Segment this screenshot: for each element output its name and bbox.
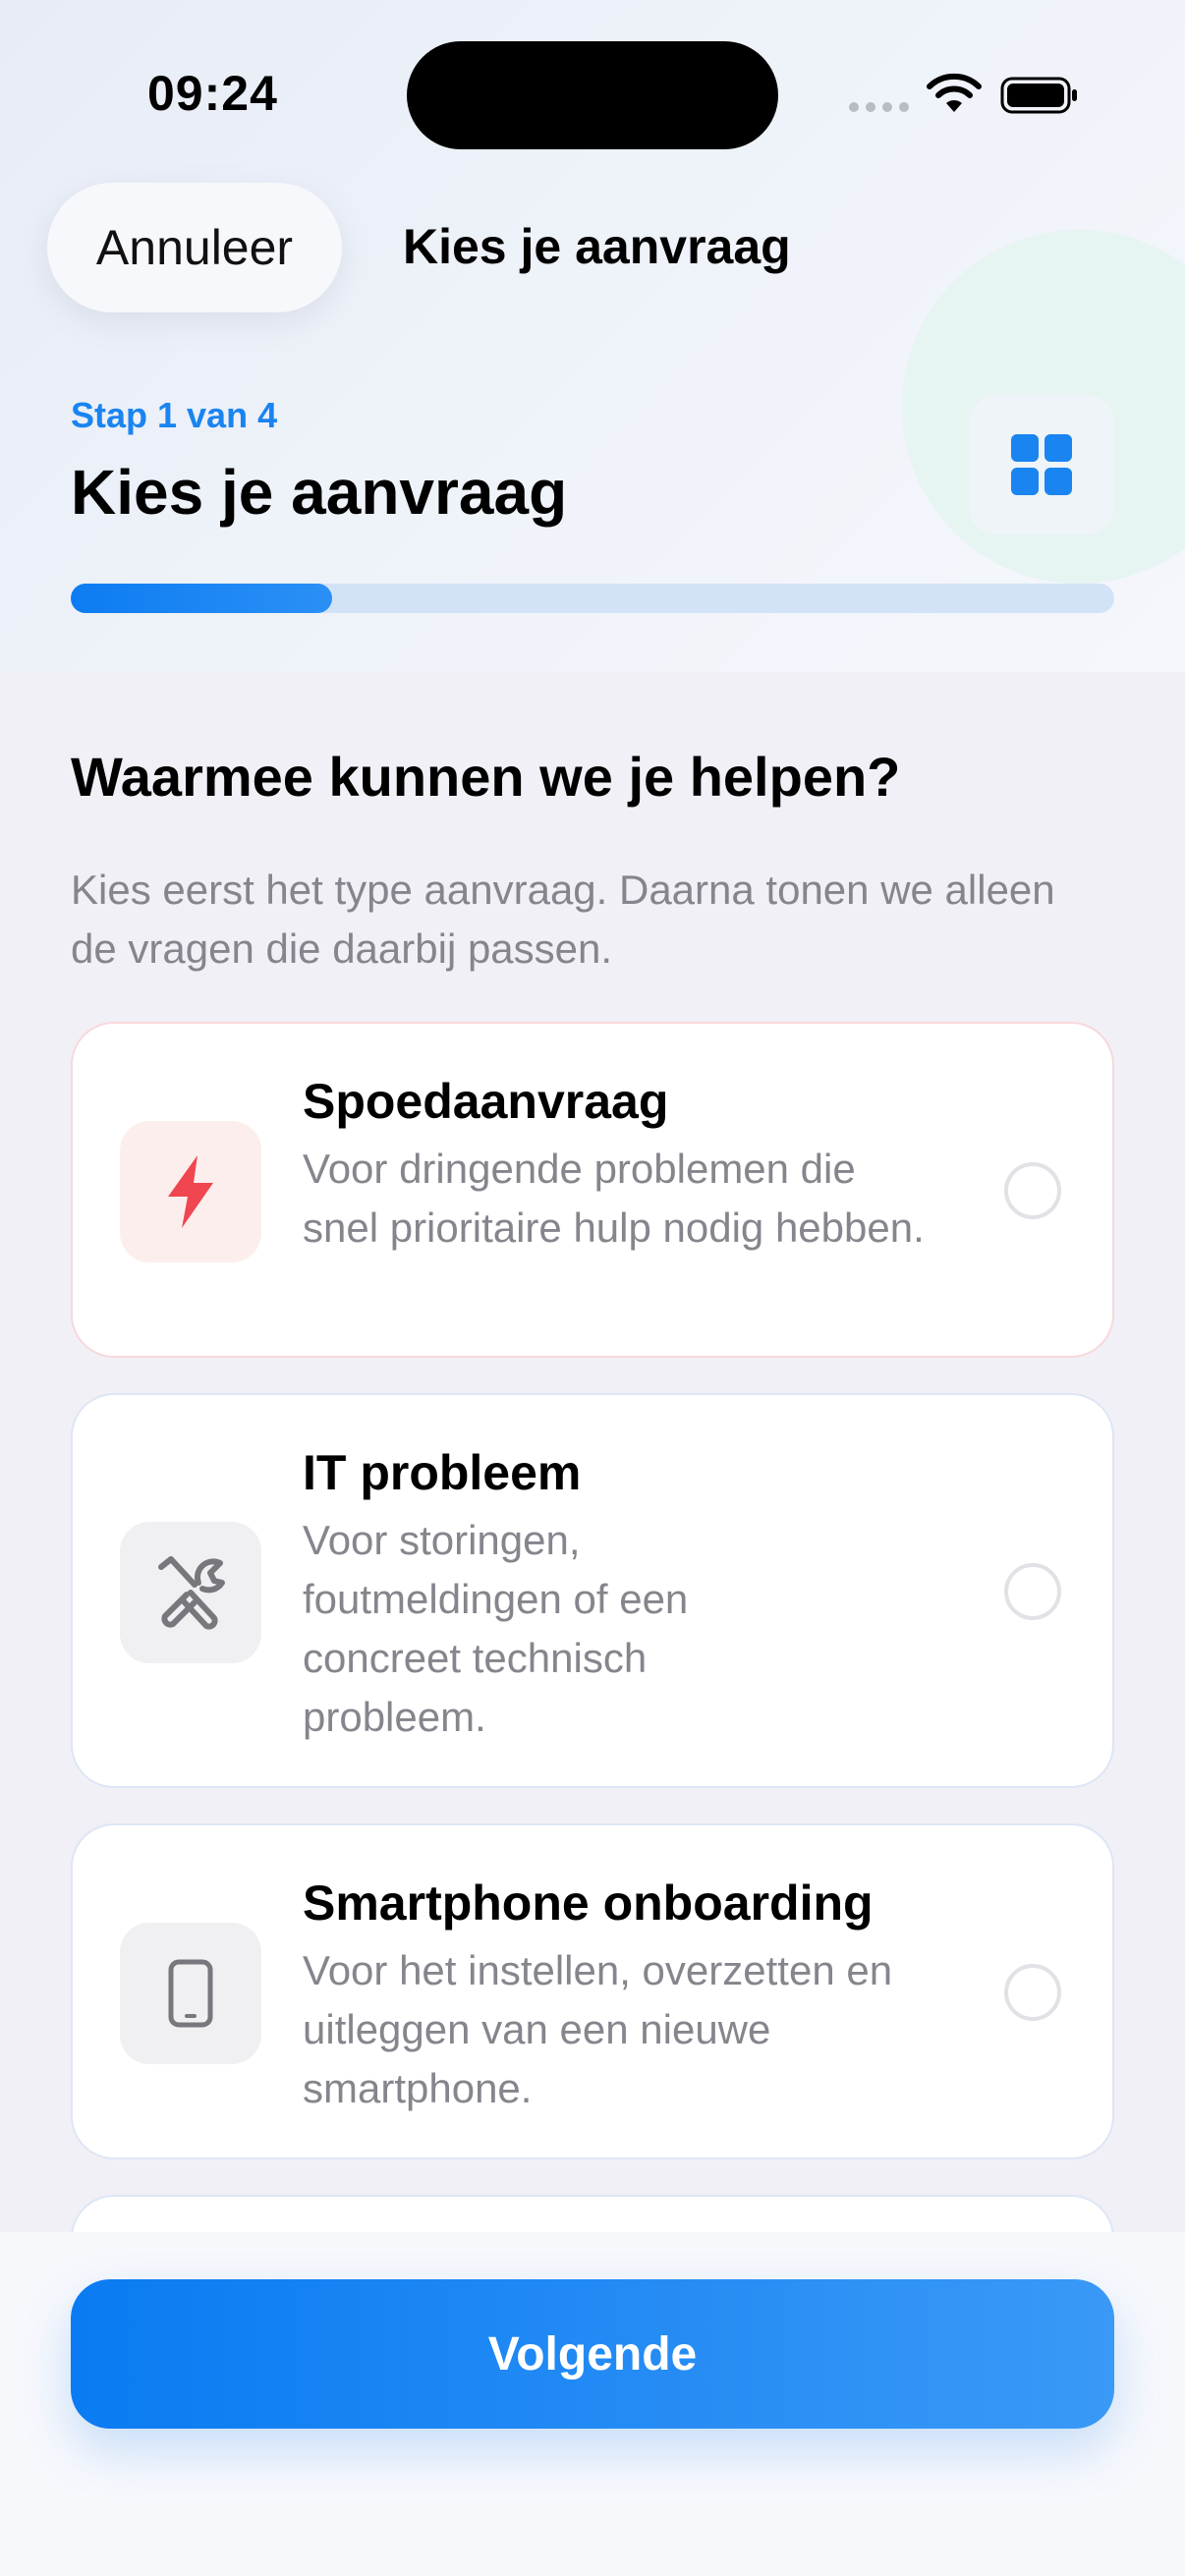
tools-icon	[158, 1556, 225, 1630]
next-button[interactable]: Volgende	[71, 2279, 1114, 2429]
dynamic-island	[407, 41, 778, 149]
battery-icon	[1000, 77, 1077, 114]
cellular-icon	[849, 102, 909, 112]
lightning-icon	[168, 1155, 213, 1228]
header: 09:24 Annuleer Kies je aanvraag Stap 1 v…	[0, 0, 1185, 672]
option-description: Voor dringende problemen die snel priori…	[303, 1146, 925, 1251]
question-heading: Waarmee kunnen we je helpen?	[71, 746, 901, 808]
option-title: IT probleem	[303, 1445, 582, 1500]
option-description: Voor storingen, foutmeldingen of een con…	[303, 1517, 689, 1740]
option-card-smartphone-onboarding[interactable]: Smartphone onboarding Voor het instellen…	[71, 1823, 1114, 2159]
cancel-button[interactable]: Annuleer	[47, 183, 342, 312]
option-card-it-probleem[interactable]: IT probleem Voor storingen, foutmeldinge…	[71, 1393, 1114, 1788]
progress-bar	[71, 584, 1114, 613]
option-icon-box	[120, 1522, 261, 1663]
status-time: 09:24	[147, 66, 278, 121]
page-title: Kies je aanvraag	[71, 457, 568, 528]
option-icon-box	[120, 1121, 261, 1262]
nav-title: Kies je aanvraag	[403, 219, 791, 274]
option-radio[interactable]	[1004, 1964, 1061, 2021]
option-card-spoedaanvraag[interactable]: Spoedaanvraag Voor dringende problemen d…	[71, 1022, 1114, 1358]
progress-fill	[71, 584, 332, 613]
step-label: Stap 1 van 4	[71, 395, 278, 435]
wifi-icon	[927, 73, 982, 112]
screen: 09:24 Annuleer Kies je aanvraag Stap 1 v…	[0, 0, 1185, 2576]
option-description: Voor het instellen, overzetten en uitleg…	[303, 1947, 893, 2111]
smartphone-icon	[168, 1959, 213, 2028]
option-icon-box	[120, 1923, 261, 2064]
option-radio[interactable]	[1004, 1162, 1061, 1219]
intro-text: Kies eerst het type aanvraag. Daarna ton…	[71, 867, 1055, 972]
grid-icon	[1011, 434, 1072, 495]
option-title: Smartphone onboarding	[303, 1876, 874, 1931]
option-title: Spoedaanvraag	[303, 1074, 669, 1129]
grid-badge	[969, 395, 1114, 534]
option-radio[interactable]	[1004, 1563, 1061, 1620]
